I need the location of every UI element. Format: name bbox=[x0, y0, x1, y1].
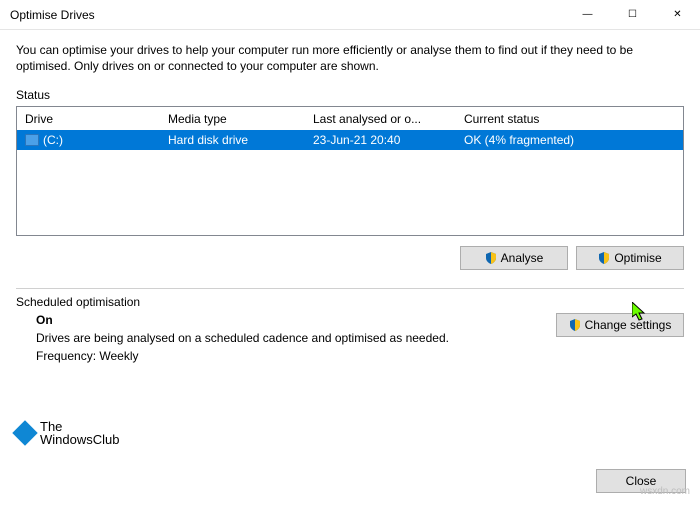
watermark: wsxdn.com bbox=[640, 486, 690, 497]
drives-listview[interactable]: Drive Media type Last analysed or o... C… bbox=[16, 106, 684, 236]
column-last-analysed[interactable]: Last analysed or o... bbox=[305, 107, 456, 130]
scheduled-frequency: Frequency: Weekly bbox=[36, 349, 536, 363]
close-window-button[interactable]: ✕ bbox=[655, 0, 700, 30]
column-drive[interactable]: Drive bbox=[17, 107, 160, 130]
cell-media: Hard disk drive bbox=[160, 131, 305, 149]
status-label: Status bbox=[16, 88, 684, 102]
drive-icon bbox=[25, 134, 39, 146]
column-current-status[interactable]: Current status bbox=[456, 107, 683, 130]
cell-status: OK (4% fragmented) bbox=[456, 131, 683, 149]
analyse-button[interactable]: Analyse bbox=[460, 246, 568, 270]
footer: Close bbox=[0, 461, 700, 505]
scheduled-info: On Drives are being analysed on a schedu… bbox=[16, 313, 536, 363]
scheduled-label: Scheduled optimisation bbox=[16, 295, 684, 309]
change-settings-button[interactable]: Change settings bbox=[556, 313, 684, 337]
drive-name: (C:) bbox=[43, 133, 63, 147]
window-title: Optimise Drives bbox=[10, 8, 565, 22]
column-media-type[interactable]: Media type bbox=[160, 107, 305, 130]
shield-icon bbox=[485, 252, 497, 264]
optimise-button[interactable]: Optimise bbox=[576, 246, 684, 270]
scheduled-section: On Drives are being analysed on a schedu… bbox=[16, 313, 684, 363]
titlebar: Optimise Drives — ☐ ✕ bbox=[0, 0, 700, 30]
shield-icon bbox=[598, 252, 610, 264]
cell-drive: (C:) bbox=[17, 131, 160, 149]
intro-text: You can optimise your drives to help you… bbox=[16, 42, 684, 74]
action-buttons: Analyse Optimise bbox=[16, 246, 684, 270]
content-area: You can optimise your drives to help you… bbox=[0, 30, 700, 461]
branding: TheWindowsClub bbox=[16, 414, 684, 453]
listview-header: Drive Media type Last analysed or o... C… bbox=[17, 107, 683, 130]
divider bbox=[16, 288, 684, 289]
cell-last: 23-Jun-21 20:40 bbox=[305, 131, 456, 149]
scheduled-description: Drives are being analysed on a scheduled… bbox=[36, 331, 536, 345]
scheduled-status: On bbox=[36, 313, 536, 327]
table-row[interactable]: (C:) Hard disk drive 23-Jun-21 20:40 OK … bbox=[17, 130, 683, 150]
maximize-button[interactable]: ☐ bbox=[610, 0, 655, 30]
shield-icon bbox=[569, 319, 581, 331]
brand-text: TheWindowsClub bbox=[40, 420, 119, 447]
minimize-button[interactable]: — bbox=[565, 0, 610, 30]
brand-logo-icon bbox=[12, 421, 37, 446]
